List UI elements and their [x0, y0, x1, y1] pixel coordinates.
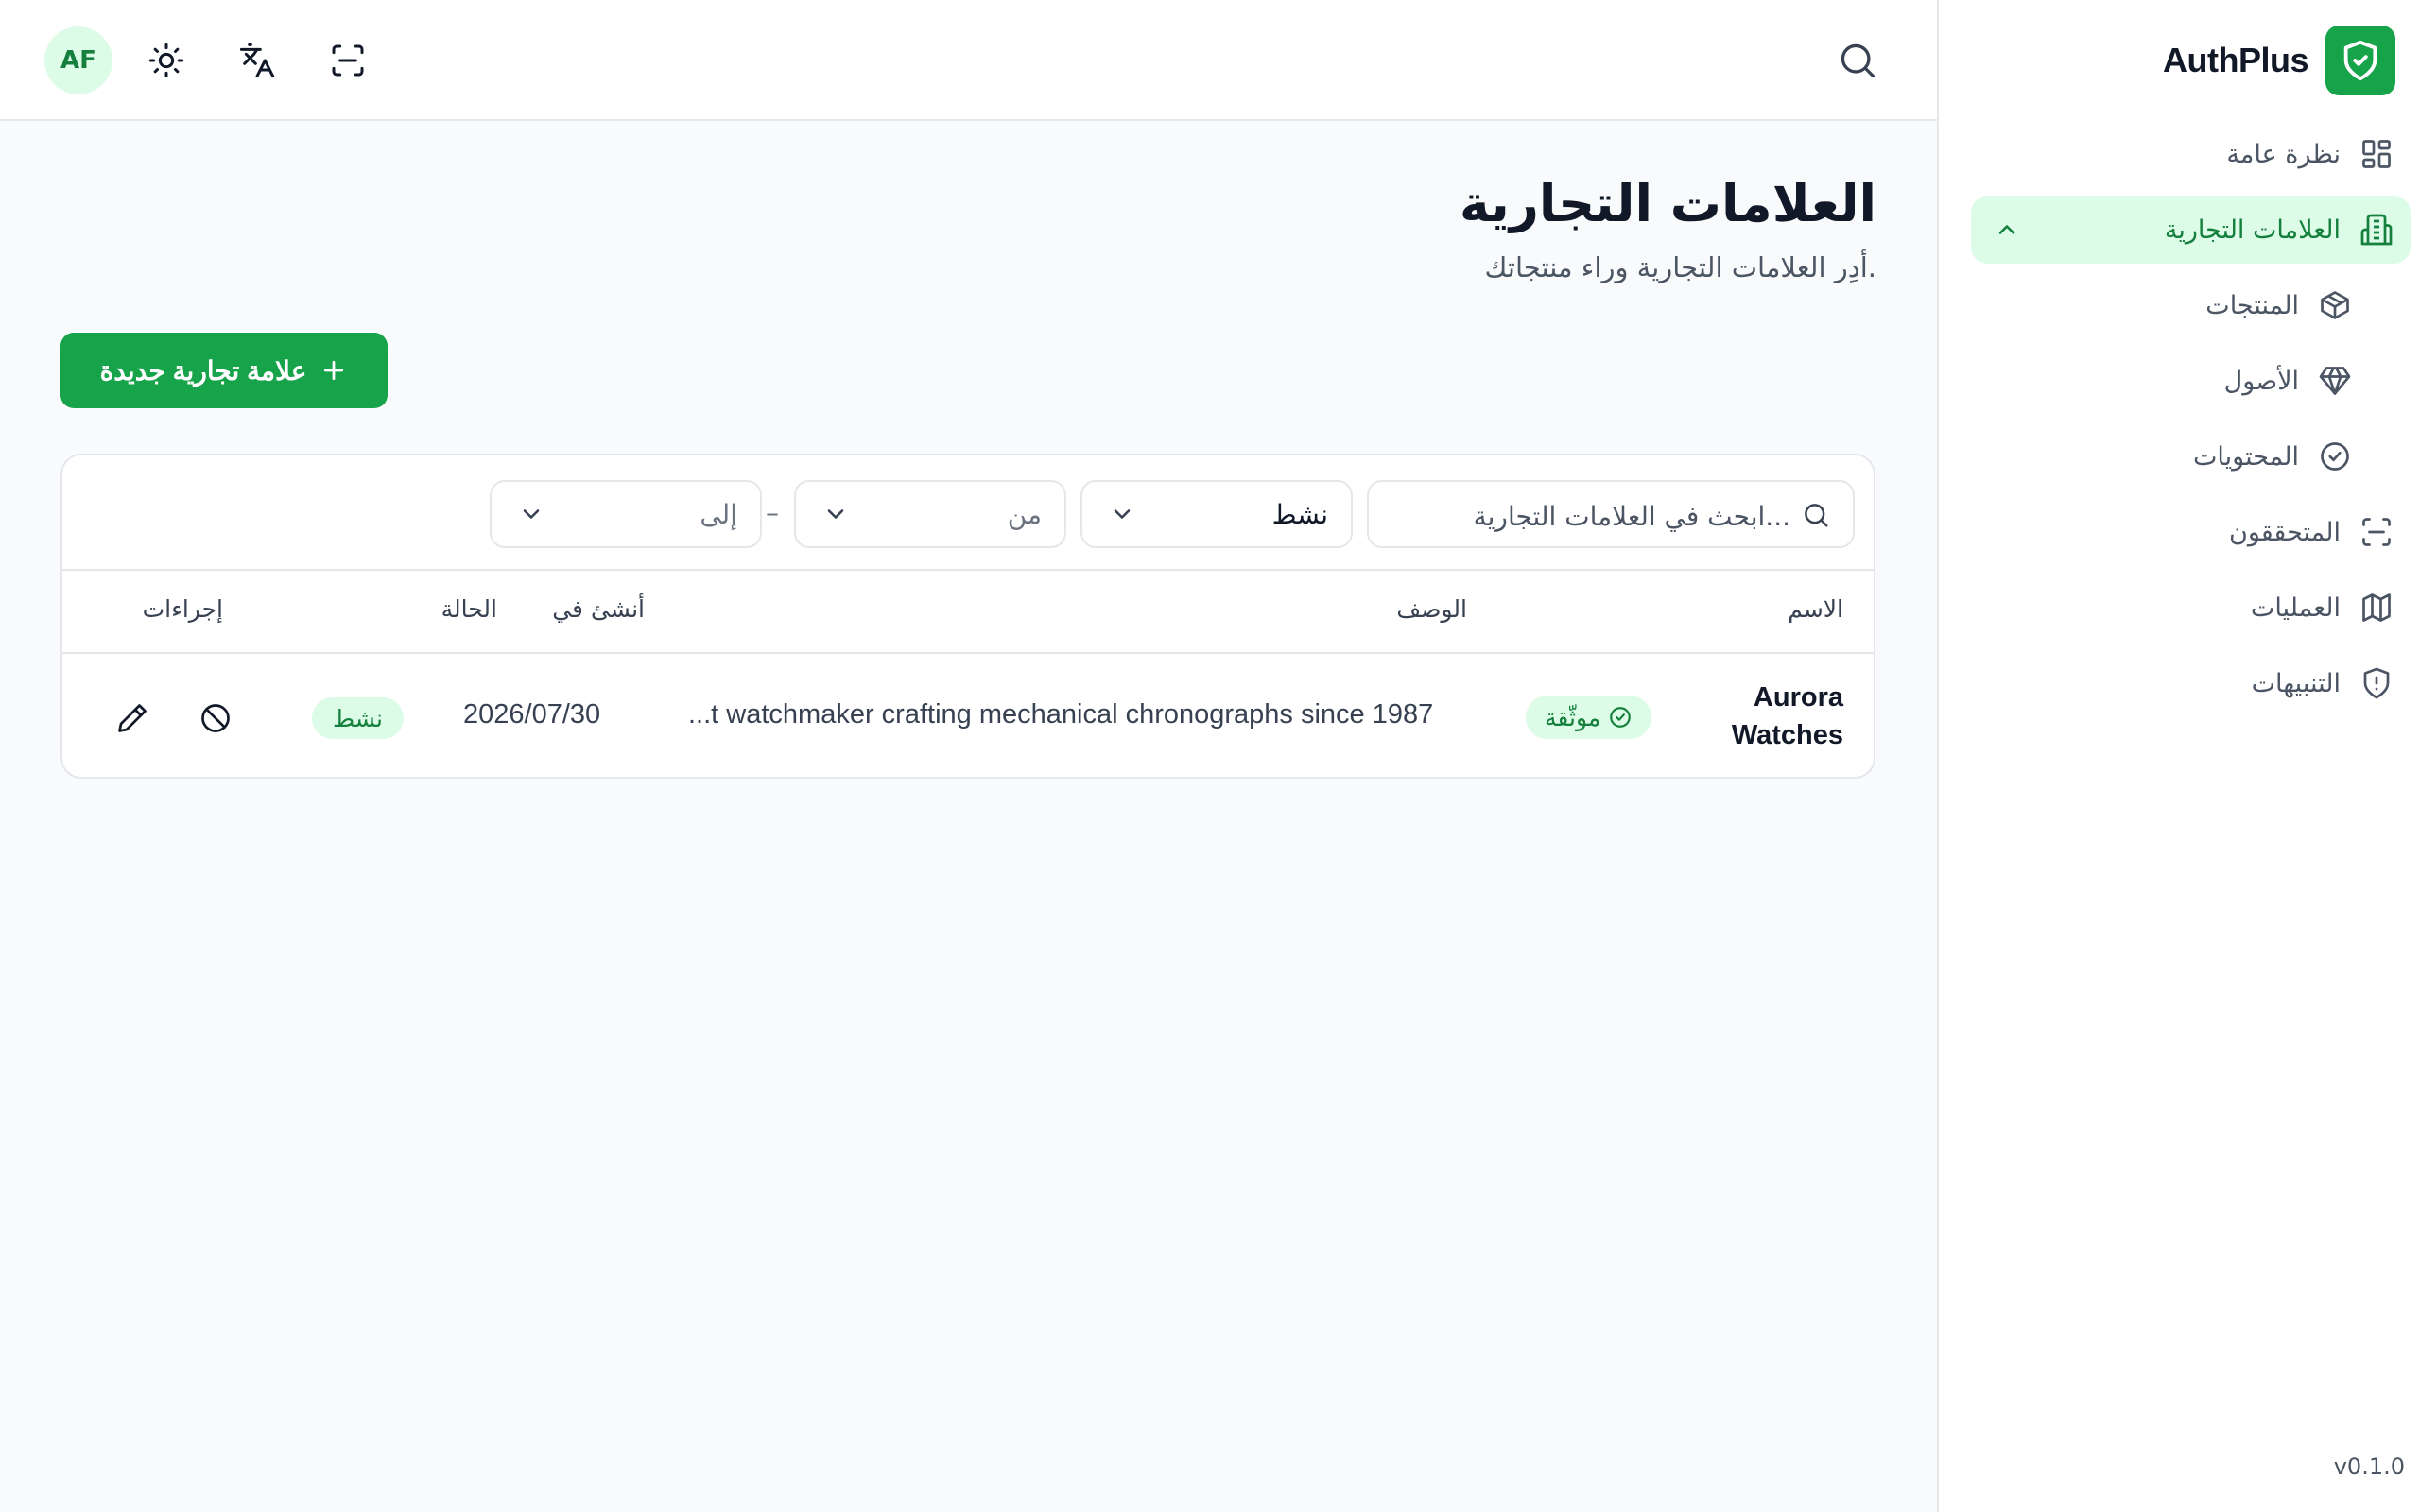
page-title: العلامات التجارية — [1459, 174, 1876, 233]
chevron-up-icon[interactable] — [1994, 216, 2020, 243]
building-icon — [2360, 214, 2393, 246]
brand-name: AuthPlus — [2163, 41, 2309, 79]
scan-icon — [2362, 518, 2391, 546]
sidebar-item-assets[interactable]: الأصول — [1971, 347, 2411, 415]
column-header-actions: إجراءات — [142, 595, 223, 623]
verified-label: موثّقة — [1545, 703, 1601, 731]
column-header-name[interactable]: الاسم — [1788, 595, 1843, 623]
chevron-down-icon — [1114, 509, 1131, 519]
date-from-placeholder: من — [1007, 499, 1042, 530]
sidebar-item-label: التنبيهات — [2251, 668, 2341, 698]
table-row[interactable]: Aurora Watches موثّقة ...t watchmaker cr… — [62, 656, 1874, 779]
date-from-select[interactable]: من — [794, 480, 1066, 548]
top-header: AF — [0, 0, 1937, 121]
sidebar-item-label: المحتويات — [2192, 441, 2299, 472]
sidebar-item-overview[interactable]: نظرة عامة — [1971, 120, 2411, 188]
brand-name-line: Watches — [1731, 720, 1843, 750]
package-icon — [2321, 291, 2349, 319]
sun-icon[interactable] — [147, 42, 185, 79]
sidebar-item-label: العمليات — [2250, 593, 2341, 623]
check-circle-icon — [2321, 442, 2349, 471]
page-subtitle: أدِر العلامات التجارية وراء منتجاتك. — [1484, 251, 1876, 284]
sidebar-item-label: العلامات التجارية — [2164, 215, 2341, 245]
sidebar-item-verifiers[interactable]: المتحققون — [1971, 498, 2411, 566]
status-badge: نشط — [312, 697, 404, 739]
column-header-created-at[interactable]: أنشئ في — [552, 595, 645, 623]
sidebar-item-contents[interactable]: المحتويات — [1971, 422, 2411, 490]
sidebar-item-label: المنتجات — [2205, 290, 2299, 320]
sidebar-item-label: المتحققون — [2228, 517, 2341, 547]
sidebar-item-products[interactable]: المنتجات — [1971, 271, 2411, 339]
brand[interactable]: AuthPlus — [2163, 26, 2395, 95]
brands-table-card: نشط من – إلى الاسم الوصف أنشئ في الحالة … — [60, 454, 1876, 779]
created-at-cell: 2026/07/30 — [463, 699, 601, 730]
brand-description-cell: ...t watchmaker crafting mechanical chro… — [688, 699, 1434, 730]
language-icon[interactable] — [238, 42, 276, 79]
new-brand-button[interactable]: علامة تجارية جديدة — [60, 333, 388, 408]
search-icon — [1805, 504, 1828, 527]
sidebar-item-brands[interactable]: العلامات التجارية — [1971, 196, 2411, 264]
date-range-separator: – — [766, 497, 779, 528]
user-avatar[interactable]: AF — [44, 26, 112, 94]
brand-search-input[interactable] — [1431, 495, 1790, 537]
chevron-down-icon — [523, 509, 540, 519]
disable-icon[interactable] — [199, 701, 233, 735]
app-version: v0.1.0 — [2333, 1453, 2405, 1480]
shield-alert-icon — [2363, 667, 2390, 699]
brand-name-line: Aurora — [1753, 682, 1843, 713]
column-header-status[interactable]: الحالة — [441, 595, 497, 623]
search-icon[interactable] — [1837, 40, 1878, 81]
new-brand-button-label: علامة تجارية جديدة — [99, 355, 307, 386]
verified-badge: موثّقة — [1526, 696, 1652, 739]
sidebar-item-operations[interactable]: العمليات — [1971, 574, 2411, 642]
brand-name-cell[interactable]: Aurora Watches — [1732, 679, 1843, 754]
sidebar-item-label: نظرة عامة — [2226, 139, 2341, 169]
date-to-placeholder: إلى — [700, 499, 737, 530]
dashboard-icon — [2362, 140, 2391, 168]
status-filter-value: نشط — [1271, 499, 1328, 530]
plus-icon — [324, 360, 344, 381]
edit-pencil-icon[interactable] — [115, 701, 149, 735]
shield-check-logo-icon — [2325, 26, 2395, 95]
sidebar-item-label: الأصول — [2223, 366, 2299, 396]
map-icon — [2362, 593, 2391, 622]
date-to-select[interactable]: إلى — [490, 480, 762, 548]
table-header: الاسم الوصف أنشئ في الحالة إجراءات — [62, 569, 1874, 654]
brand-search-field[interactable] — [1367, 480, 1855, 548]
status-filter-select[interactable]: نشط — [1080, 480, 1353, 548]
sidebar-nav: نظرة عامة العلامات التجارية المنتجات الأ… — [1971, 120, 2411, 725]
gem-icon — [2319, 367, 2351, 395]
scan-icon[interactable] — [329, 42, 367, 79]
sidebar: AuthPlus نظرة عامة العلامات التجارية الم… — [1937, 0, 2420, 1512]
column-header-description[interactable]: الوصف — [1396, 595, 1467, 623]
check-circle-icon — [1610, 707, 1632, 728]
sidebar-item-alerts[interactable]: التنبيهات — [1971, 649, 2411, 717]
chevron-down-icon — [827, 509, 844, 519]
